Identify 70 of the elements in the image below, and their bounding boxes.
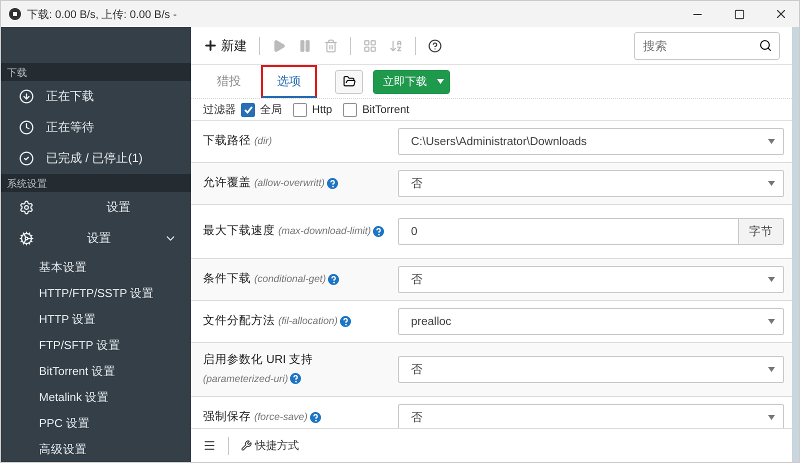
sidebar-subitem[interactable]: FTP/SFTP 设置 — [1, 332, 191, 358]
filter-label: 过滤器 — [203, 103, 236, 117]
input-field[interactable]: 0 字节 — [398, 218, 784, 245]
caret-icon — [768, 139, 775, 144]
gear-icon — [19, 231, 34, 246]
checkbox[interactable] — [293, 102, 307, 116]
option-label: 下载路径 (dir) — [202, 134, 273, 150]
sidebar-item[interactable]: 正在等待 — [1, 112, 191, 143]
sidebar-section-header: 下载 — [1, 63, 191, 81]
dropdown[interactable]: prealloc — [398, 308, 784, 335]
sidebar-subitem[interactable]: Metalink 设置 — [1, 384, 191, 410]
caret-icon — [768, 367, 775, 372]
sidebar-subitem[interactable]: HTTP 设置 — [1, 306, 191, 332]
dropdown[interactable]: C:\Users\Administrator\Downloads — [398, 128, 784, 155]
dropdown[interactable]: 否 — [398, 170, 784, 197]
help-icon[interactable] — [326, 178, 338, 189]
caret-icon — [768, 181, 775, 186]
sidebar-section-header: 系统设置 — [1, 174, 191, 192]
download-icon — [19, 89, 34, 104]
sidebar-subitem[interactable]: 基本设置 — [1, 254, 191, 280]
option-label: 条件下载 (conditional-get) — [191, 270, 396, 289]
dropdown[interactable]: 否 — [398, 404, 784, 428]
sidebar-subitem[interactable]: 高级设置 — [1, 436, 191, 462]
dropdown[interactable]: 否 — [398, 266, 784, 293]
option-label: 强制保存 (force-save) — [191, 408, 396, 427]
wrench-icon — [241, 440, 252, 451]
search-field[interactable]: 搜索 — [634, 32, 780, 60]
checkbox-label: BitTorrent — [362, 104, 410, 116]
option-label: 最大下载速度 (max-download-limit) — [191, 222, 396, 241]
search-icon[interactable] — [759, 38, 772, 52]
clock-icon — [19, 120, 34, 135]
menu-icon[interactable] — [203, 439, 216, 452]
option-label: 允许覆盖 (allow-overwritt) — [191, 174, 396, 193]
app-icon — [9, 8, 21, 20]
new-button[interactable]: 新建 — [203, 36, 247, 54]
help-icon[interactable] — [290, 372, 302, 384]
sidebar-item[interactable]: 正在下载 — [1, 81, 191, 112]
gear-icon — [19, 200, 34, 215]
option-label: 文件分配方法 (fil-allocation) — [191, 312, 396, 331]
check-icon — [19, 151, 34, 166]
caret-icon — [768, 277, 775, 282]
caret-icon — [768, 319, 775, 324]
help-icon[interactable] — [373, 226, 384, 237]
caret-icon — [437, 79, 444, 84]
sidebar-item[interactable]: 设置 — [1, 223, 191, 254]
checkbox-label: Http — [312, 104, 332, 116]
sidebar-item[interactable]: 已完成 / 已停止(1) — [1, 143, 191, 174]
caret-icon — [768, 415, 775, 420]
help-icon[interactable] — [310, 412, 321, 423]
folder-icon — [342, 75, 356, 88]
checkbox[interactable] — [241, 102, 255, 116]
sidebar-subitem[interactable]: HTTP/FTP/SSTP 设置 — [1, 280, 191, 306]
option-label: 启用参数化 URI 支持 (parameterized-uri) — [202, 352, 314, 386]
tab[interactable]: 选项 — [261, 65, 317, 98]
tab[interactable]: 猎投 — [201, 65, 257, 98]
sidebar-item[interactable]: 设置 — [1, 192, 191, 223]
unit-label: 字节 — [738, 219, 783, 244]
start-download-button[interactable]: 立即下载 — [373, 70, 450, 94]
sidebar-subitem[interactable]: PPC 设置 — [1, 410, 191, 436]
checkbox[interactable] — [343, 102, 358, 116]
shortcut-button[interactable]: 快捷方式 — [241, 438, 299, 453]
sidebar-subitem[interactable]: BitTorrent 设置 — [1, 358, 191, 384]
dropdown[interactable]: 否 — [398, 356, 784, 383]
folder-button[interactable] — [335, 70, 363, 94]
checkbox-label: 全局 — [260, 103, 282, 117]
help-icon[interactable] — [340, 316, 351, 327]
help-icon[interactable] — [328, 274, 339, 285]
plus-icon — [203, 38, 218, 53]
help-icon[interactable] — [428, 38, 442, 52]
window-title: 下载: 0.00 B/s, 上传: 0.00 B/s - — [27, 8, 178, 22]
